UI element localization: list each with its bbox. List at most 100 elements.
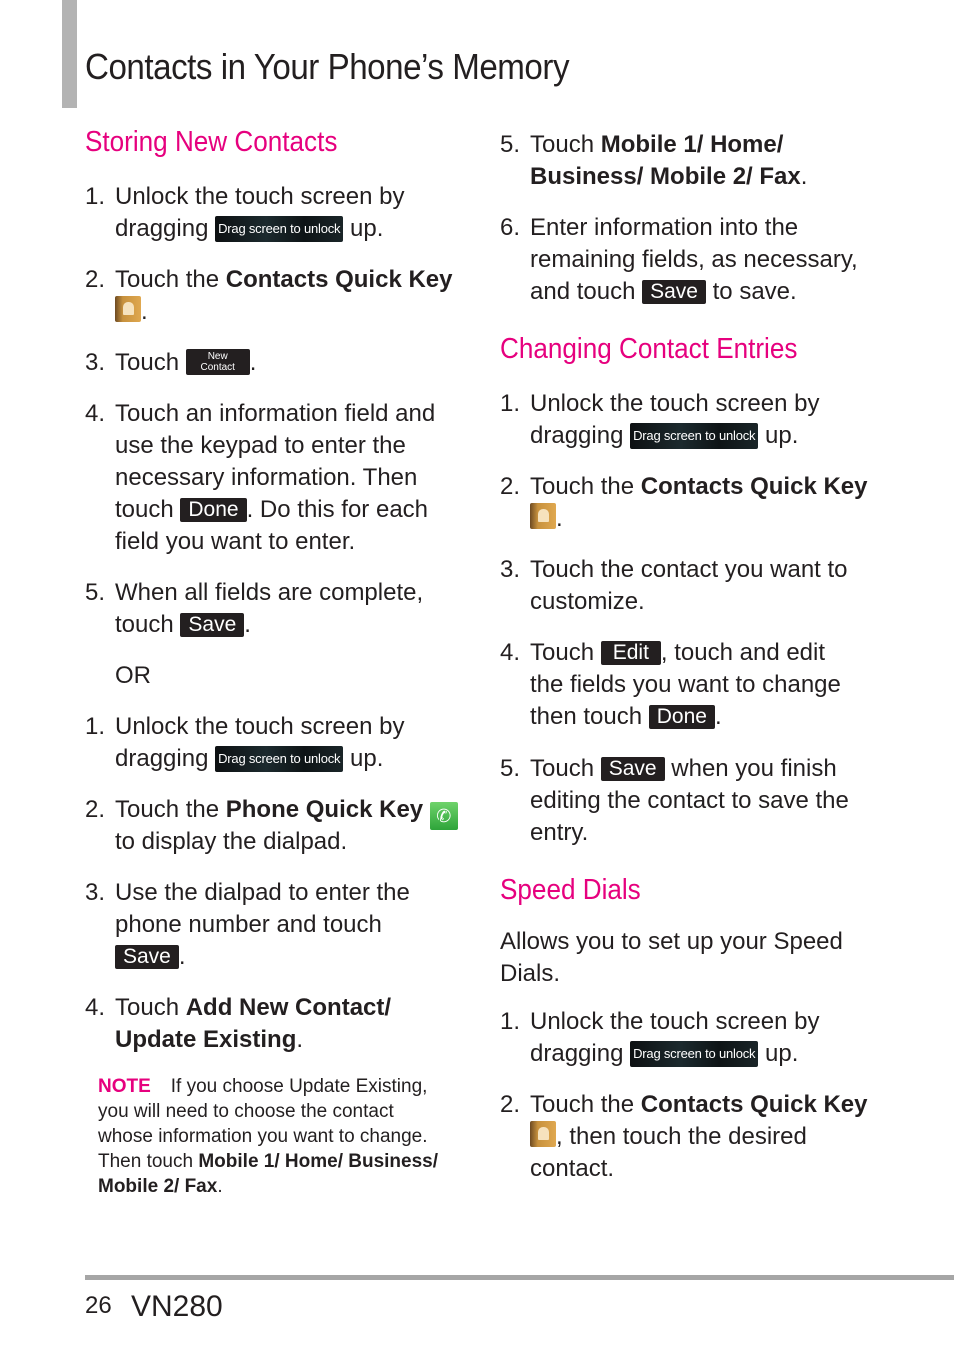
step-number: 4. bbox=[500, 639, 521, 666]
key-name: Contacts Quick Key bbox=[640, 1091, 868, 1118]
step-text: up. bbox=[765, 1040, 799, 1067]
intro-text: Allows you to set up your Speed bbox=[500, 928, 843, 955]
menu-option-name: Update Existing bbox=[115, 1026, 297, 1053]
step-text: to save. bbox=[712, 278, 797, 305]
step-text: up. bbox=[350, 745, 384, 772]
step-number: 5. bbox=[500, 755, 521, 782]
note-text: . bbox=[217, 1176, 223, 1197]
step-text: Unlock the touch screen by bbox=[530, 390, 820, 417]
step-text: When all fields are complete, bbox=[115, 579, 424, 606]
speed-dials-intro: Allows you to set up your Speed Dials. bbox=[500, 926, 843, 990]
step-number: 6. bbox=[500, 214, 521, 241]
step-text: . bbox=[714, 703, 722, 730]
step-text: customize. bbox=[530, 588, 645, 615]
save-button-image: Save bbox=[642, 280, 706, 304]
step-text: . bbox=[800, 163, 808, 190]
step-number: 2. bbox=[85, 266, 106, 293]
note-text: If you choose Update Existing, bbox=[170, 1076, 428, 1097]
step-text: dragging bbox=[115, 215, 209, 242]
step-text: Unlock the touch screen by bbox=[530, 1008, 820, 1035]
note-text: whose information you want to change. bbox=[98, 1126, 428, 1147]
step-text: up. bbox=[350, 215, 384, 242]
step-text: . bbox=[249, 349, 257, 376]
step-text: Unlock the touch screen by bbox=[115, 183, 405, 210]
step-text: Touch an information field and bbox=[115, 400, 436, 427]
side-accent-bar bbox=[62, 0, 77, 108]
step-number: 2. bbox=[500, 1091, 521, 1118]
menu-option-name: Mobile 1/ Home/ bbox=[600, 131, 784, 158]
section-title-storing: Storing New Contacts bbox=[85, 126, 338, 158]
step-text: . bbox=[556, 505, 563, 532]
phone-icon: ✆ bbox=[429, 802, 458, 830]
step-number: 1. bbox=[500, 1008, 521, 1035]
step-number: 3. bbox=[85, 879, 106, 906]
step-text: and touch bbox=[530, 278, 636, 305]
step-number: 5. bbox=[85, 579, 106, 606]
step-text: . bbox=[141, 298, 148, 325]
step-text: to display the dialpad. bbox=[115, 828, 348, 855]
intro-text: Dials. bbox=[500, 960, 561, 987]
step-text: the fields you want to change bbox=[530, 671, 841, 698]
or-separator: OR bbox=[115, 662, 151, 689]
step-number: 2. bbox=[500, 473, 521, 500]
note-emphasis: Mobile 1/ Home/ Business/ bbox=[198, 1151, 439, 1172]
step-text: Touch bbox=[530, 639, 595, 666]
unlock-bar-image: Drag screen to unlock bbox=[215, 746, 344, 772]
page-title: Contacts in Your Phone’s Memory bbox=[85, 46, 570, 87]
done-button-image: Done bbox=[180, 498, 247, 522]
step-text: editing the contact to save the bbox=[530, 787, 849, 814]
step-text: phone number and touch bbox=[115, 911, 382, 938]
unlock-bar-image: Drag screen to unlock bbox=[630, 423, 759, 449]
step-text: , then touch the desired bbox=[556, 1123, 807, 1150]
unlock-bar-image: Drag screen to unlock bbox=[215, 216, 344, 242]
page-number: 26 bbox=[85, 1292, 112, 1319]
note-text: Then touch bbox=[98, 1151, 199, 1172]
contacts-book-icon bbox=[530, 503, 556, 529]
save-button-image: Save bbox=[180, 613, 245, 637]
step-text: . bbox=[244, 611, 251, 638]
contacts-book-icon bbox=[115, 296, 141, 322]
step-number: 1. bbox=[500, 390, 521, 417]
step-text: dragging bbox=[530, 1040, 624, 1067]
menu-option-name: Business/ Mobile 2/ Fax bbox=[530, 163, 801, 190]
step-text: then touch bbox=[530, 703, 643, 730]
step-number: 4. bbox=[85, 400, 106, 427]
step-text: Use the dialpad to enter the bbox=[115, 879, 410, 906]
step-text: necessary information. Then bbox=[115, 464, 418, 491]
key-name: Contacts Quick Key bbox=[640, 473, 868, 500]
note-box: NOTE If you choose Update Existing, you w… bbox=[98, 1074, 438, 1199]
step-text: Touch the bbox=[115, 266, 226, 293]
step-number: 2. bbox=[85, 796, 106, 823]
step-text: touch bbox=[115, 496, 174, 523]
key-name: Contacts Quick Key bbox=[225, 266, 453, 293]
note-text: you will need to choose the contact bbox=[98, 1101, 394, 1122]
step-text: use the keypad to enter the bbox=[115, 432, 406, 459]
step-text: Touch bbox=[530, 131, 601, 158]
step-text: Touch the bbox=[530, 1091, 641, 1118]
footer-divider bbox=[85, 1275, 954, 1280]
save-button-image: Save bbox=[115, 945, 179, 969]
step-number: 1. bbox=[85, 183, 106, 210]
step-text: remaining fields, as necessary, bbox=[530, 246, 858, 273]
new-contact-button-image: New Contact bbox=[185, 349, 250, 375]
note-label: NOTE bbox=[98, 1076, 151, 1097]
step-text: dragging bbox=[115, 745, 209, 772]
step-text: Touch the bbox=[115, 796, 226, 823]
unlock-bar-image: Drag screen to unlock bbox=[630, 1041, 759, 1067]
chip-line: Contact bbox=[200, 362, 235, 373]
model-name: VN280 bbox=[131, 1290, 223, 1323]
step-text: dragging bbox=[530, 422, 624, 449]
chip-line: New bbox=[207, 351, 228, 362]
step-text: , touch and edit bbox=[660, 639, 826, 666]
menu-option-name: Add New Contact/ bbox=[185, 994, 392, 1021]
step-number: 1. bbox=[85, 713, 106, 740]
step-text: Enter information into the bbox=[530, 214, 799, 241]
save-button-image: Save bbox=[600, 757, 665, 781]
key-name: Phone Quick Key bbox=[225, 796, 424, 823]
step-number: 3. bbox=[500, 556, 521, 583]
note-emphasis: Mobile 2/ Fax bbox=[98, 1176, 218, 1197]
step-text: Touch bbox=[115, 994, 186, 1021]
step-text: . bbox=[178, 943, 186, 970]
step-text: up. bbox=[765, 422, 799, 449]
section-title-speed-dials: Speed Dials bbox=[500, 874, 641, 906]
